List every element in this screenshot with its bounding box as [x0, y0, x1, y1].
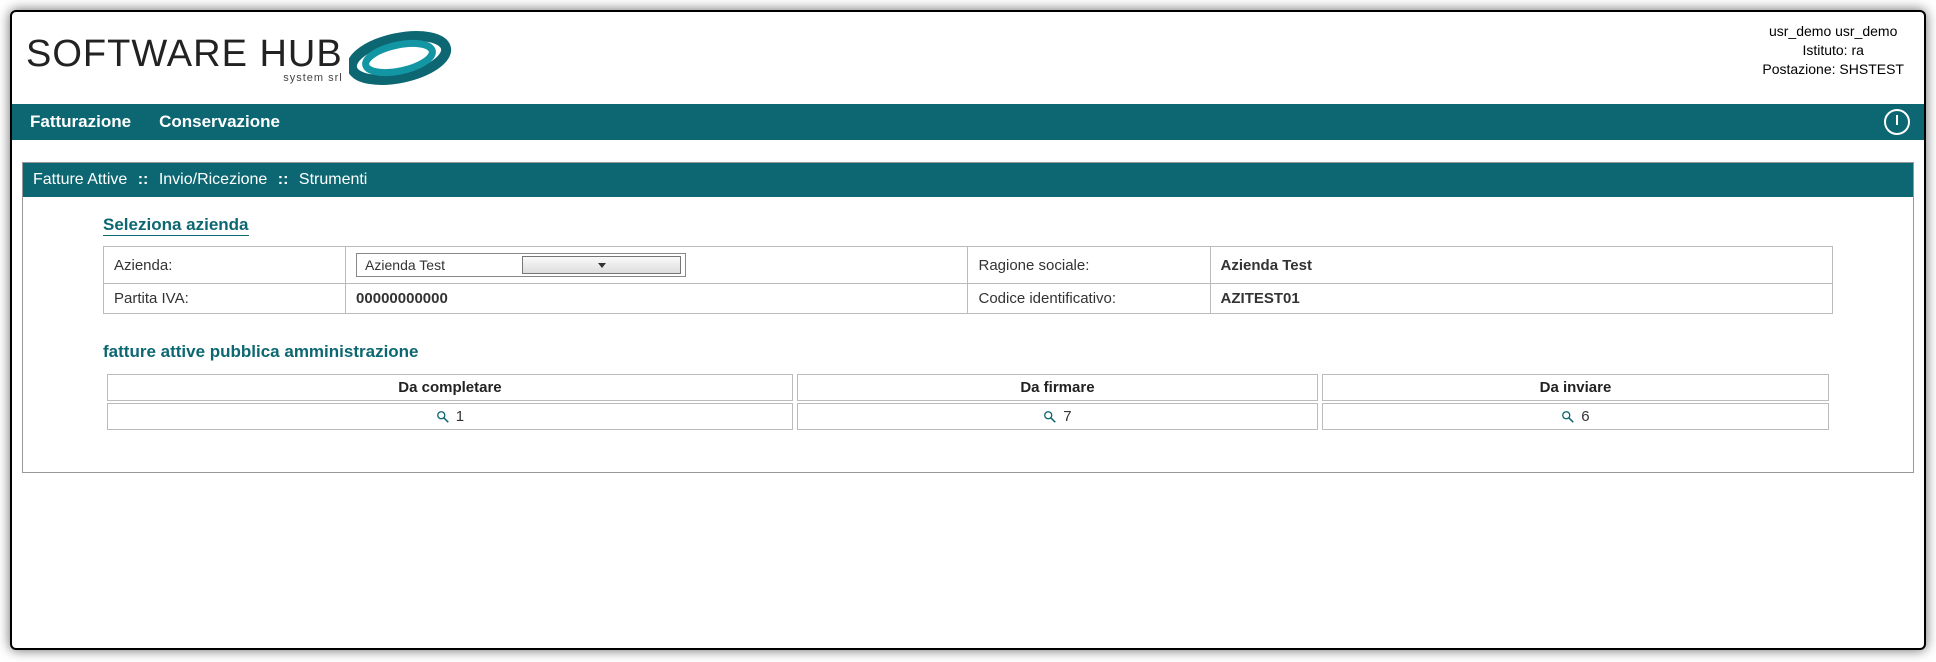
cell-inviare[interactable]: 6 [1322, 403, 1829, 430]
label-codice: Codice identificativo: [968, 284, 1210, 314]
subnav-item-fatture-attive[interactable]: Fatture Attive [33, 171, 127, 188]
content: Seleziona azienda Azienda: Azienda Test … [23, 197, 1913, 472]
swirl-icon [349, 18, 469, 98]
cell-firmare[interactable]: 7 [797, 403, 1318, 430]
status-table: Da completare Da firmare Da inviare 1 7 [103, 372, 1833, 432]
app-frame: SOFTWARE HUB system srl usr_demo usr_dem… [10, 10, 1926, 650]
magnifier-icon [436, 410, 450, 424]
chevron-down-icon [522, 256, 681, 274]
subnav-sep: :: [278, 171, 289, 188]
azienda-select-value: Azienda Test [365, 257, 522, 273]
label-azienda: Azienda: [104, 247, 346, 284]
value-piva: 00000000000 [346, 284, 968, 314]
count-firmare: 7 [1063, 408, 1071, 425]
label-piva: Partita IVA: [104, 284, 346, 314]
magnifier-icon [1561, 410, 1575, 424]
cell-completare[interactable]: 1 [107, 403, 793, 430]
subnav-sep: :: [138, 171, 149, 188]
section-title-azienda: Seleziona azienda [103, 215, 249, 236]
col-header-inviare: Da inviare [1322, 374, 1829, 401]
postazione-label: Postazione: [1762, 61, 1835, 77]
col-header-firmare: Da firmare [797, 374, 1318, 401]
count-inviare: 6 [1581, 408, 1589, 425]
power-icon[interactable] [1884, 109, 1910, 135]
istituto-label: Istituto: [1802, 42, 1847, 58]
subnav-item-strumenti[interactable]: Strumenti [299, 171, 367, 188]
logo-subtext: system srl [26, 72, 343, 84]
user-name: usr_demo usr_demo [1762, 22, 1904, 41]
user-info: usr_demo usr_demo Istituto: ra Postazion… [1762, 18, 1910, 79]
section-title-fatture: fatture attive pubblica amministrazione [103, 342, 419, 362]
header: SOFTWARE HUB system srl usr_demo usr_dem… [12, 12, 1924, 98]
subnav-item-invio[interactable]: Invio/Ricezione [159, 171, 268, 188]
postazione-value: SHSTEST [1839, 61, 1904, 77]
azienda-select[interactable]: Azienda Test [356, 253, 686, 277]
value-codice: AZITEST01 [1210, 284, 1832, 314]
value-ragione: Azienda Test [1210, 247, 1832, 284]
logo-text: SOFTWARE HUB [26, 33, 343, 76]
label-ragione: Ragione sociale: [968, 247, 1210, 284]
col-header-completare: Da completare [107, 374, 793, 401]
sub-nav: Fatture Attive :: Invio/Ricezione :: Str… [23, 163, 1913, 197]
magnifier-icon [1043, 410, 1057, 424]
count-completare: 1 [456, 408, 464, 425]
logo: SOFTWARE HUB system srl [26, 18, 469, 98]
azienda-table: Azienda: Azienda Test Ragione sociale: A… [103, 246, 1833, 314]
main-nav: Fatturazione Conservazione [12, 104, 1924, 140]
nav-item-fatturazione[interactable]: Fatturazione [30, 112, 131, 132]
istituto-value: ra [1851, 42, 1863, 58]
nav-item-conservazione[interactable]: Conservazione [159, 112, 280, 132]
